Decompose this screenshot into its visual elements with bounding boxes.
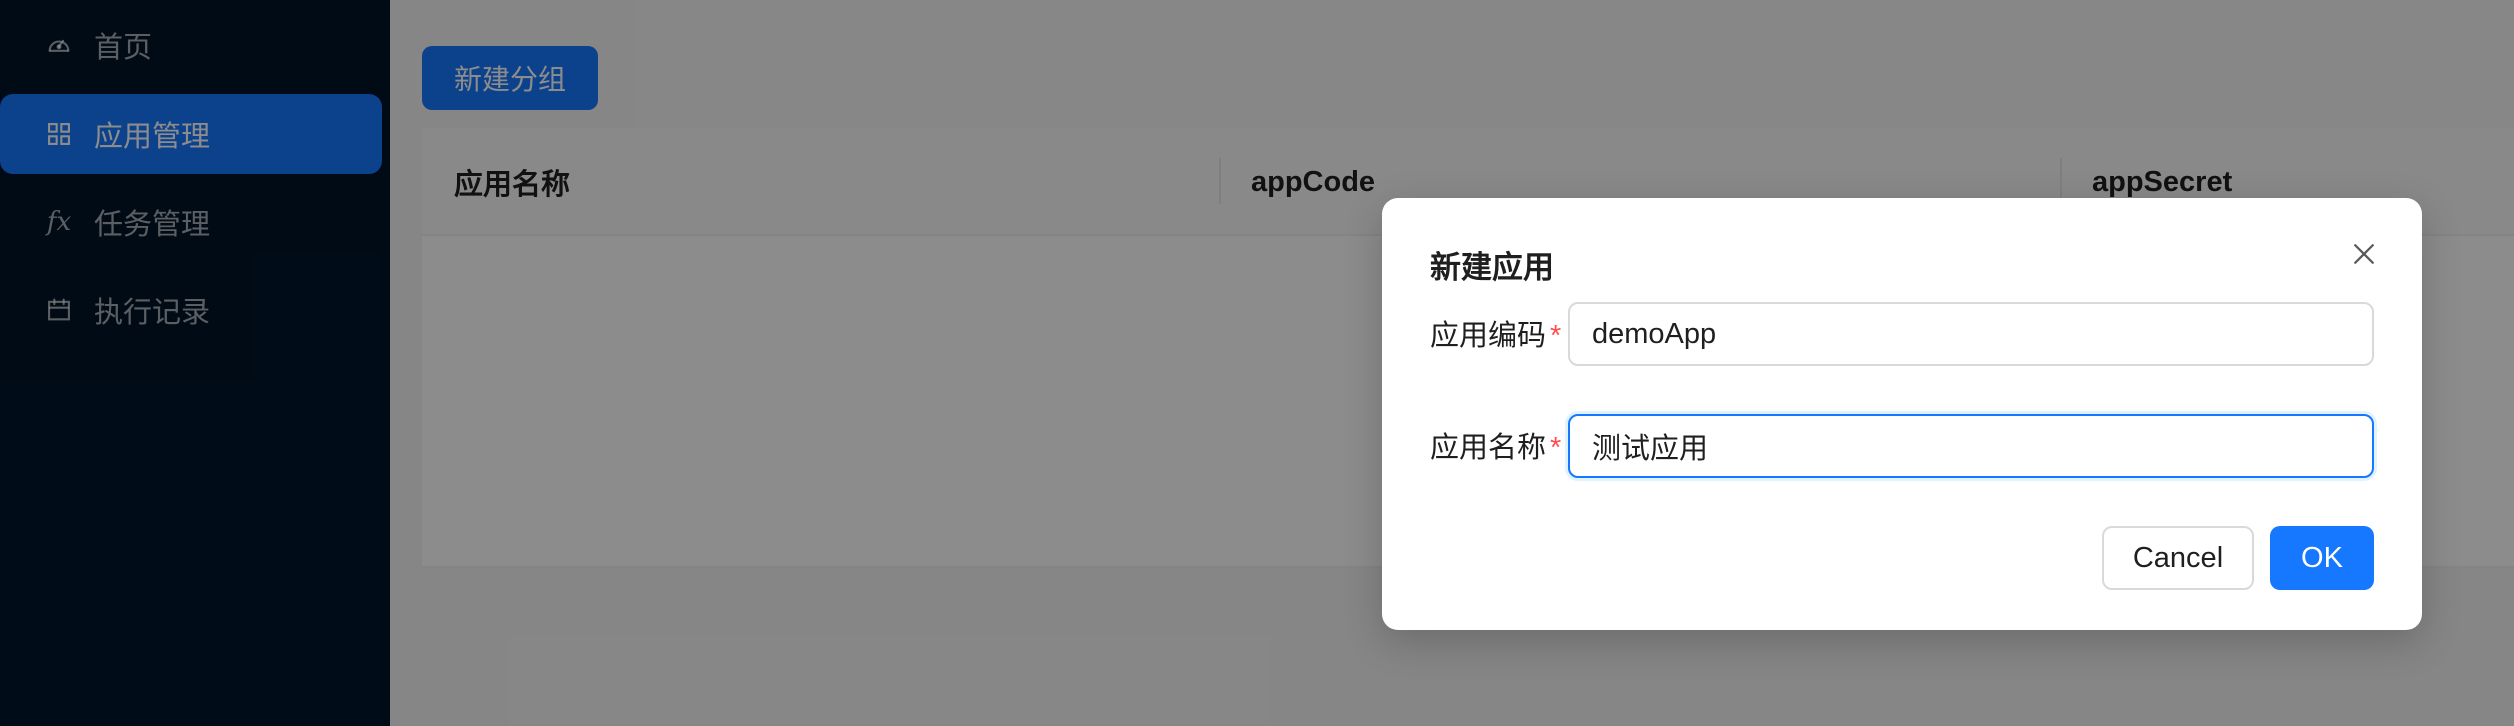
ok-button[interactable]: OK <box>2270 526 2374 590</box>
app-code-label: 应用编码 * <box>1430 320 1562 352</box>
app-code-input[interactable] <box>1568 302 2374 366</box>
required-mark: * <box>1550 432 1562 464</box>
close-icon[interactable] <box>2344 234 2384 274</box>
cancel-button[interactable]: Cancel <box>2102 526 2254 590</box>
app-name-label: 应用名称 * <box>1430 432 1562 464</box>
modal-title: 新建应用 <box>1430 250 1554 285</box>
required-mark: * <box>1550 320 1562 352</box>
app-name-input[interactable] <box>1568 414 2374 478</box>
new-app-modal: 新建应用 应用编码* 应用名称* Cancel OK <box>1382 198 2422 630</box>
